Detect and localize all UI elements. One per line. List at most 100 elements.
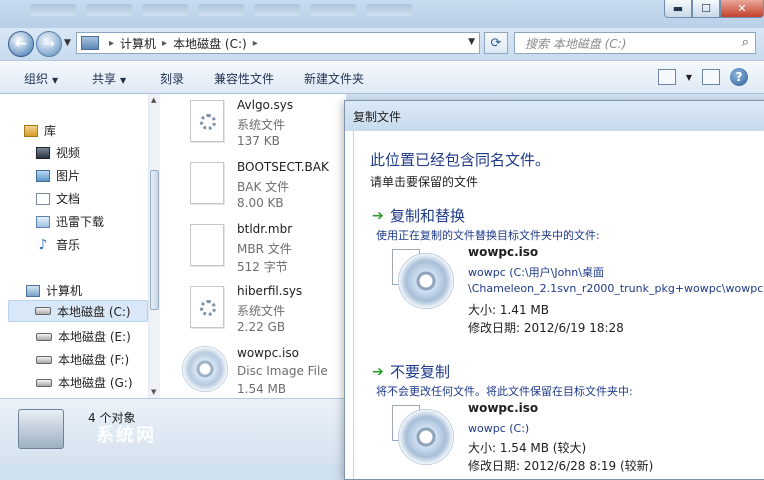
breadcrumb-chevron-icon[interactable]: ▸ bbox=[109, 38, 114, 49]
file-item[interactable]: hiberfil.sys 系统文件 2.22 GB bbox=[160, 280, 346, 342]
option-file-path: wowpc (C:\用户\John\桌面 \Chameleon_2.1svn_r… bbox=[468, 265, 763, 297]
option-file-date: 修改日期: 2012/6/19 18:28 bbox=[468, 321, 624, 335]
nav-item-videos[interactable]: 视频 bbox=[36, 144, 80, 161]
option-description: 将不会更改任何文件。将此文件保留在目标文件夹中: bbox=[376, 385, 633, 398]
change-view-icon[interactable] bbox=[657, 69, 676, 85]
file-type: Disc Image File bbox=[237, 364, 328, 378]
option-file-name: wowpc.iso bbox=[468, 245, 539, 259]
file-size: 2.22 GB bbox=[237, 320, 286, 334]
scroll-down-icon[interactable]: ▼ bbox=[151, 388, 156, 396]
copy-file-dialog: 复制文件 此位置已经包含同名文件。 请单击要保留的文件 ➔ 复制和替换 使用正在… bbox=[344, 100, 764, 480]
organize-button[interactable]: 组织 ▼ bbox=[24, 70, 58, 87]
nav-item-pictures[interactable]: 图片 bbox=[36, 167, 80, 184]
nav-item-documents[interactable]: 文档 bbox=[36, 190, 80, 207]
refresh-button[interactable]: ⟳ bbox=[484, 32, 508, 54]
document-icon bbox=[36, 192, 50, 205]
scroll-up-icon[interactable]: ▲ bbox=[151, 96, 156, 104]
dialog-heading: 此位置已经包含同名文件。 bbox=[370, 151, 551, 169]
explorer-title-bar: ▬ ☐ ✕ bbox=[0, 0, 764, 28]
preview-pane-icon[interactable] bbox=[702, 69, 720, 85]
breadcrumb-drive-c[interactable]: 本地磁盘 (C:) bbox=[173, 35, 247, 52]
nav-item-drive-c[interactable]: 本地磁盘 (C:) bbox=[8, 300, 148, 322]
file-type: MBR 文件 bbox=[237, 242, 292, 256]
background-window-thumbnails bbox=[30, 0, 450, 20]
option-title: 复制和替换 bbox=[390, 207, 466, 225]
option-file-path: wowpc (C:) bbox=[468, 422, 530, 435]
chevron-down-icon: ▼ bbox=[52, 76, 59, 85]
nav-item-computer[interactable]: 计算机 bbox=[26, 282, 82, 299]
breadcrumb-chevron-icon[interactable]: ▸ bbox=[253, 38, 258, 49]
maximize-button[interactable]: ☐ bbox=[692, 0, 720, 18]
minimize-button[interactable]: ▬ bbox=[664, 0, 692, 18]
scrollbar-thumb[interactable] bbox=[150, 170, 159, 310]
file-item[interactable]: Avlgo.sys 系统文件 137 KB bbox=[160, 94, 346, 156]
nav-item-library[interactable]: 库 bbox=[24, 122, 56, 139]
file-name: btldr.mbr bbox=[237, 222, 293, 236]
breadcrumb-computer[interactable]: 计算机 bbox=[120, 35, 156, 52]
search-placeholder: 搜索 本地磁盘 (C:) bbox=[525, 36, 627, 51]
nav-item-drive-f[interactable]: 本地磁盘 (F:) bbox=[36, 351, 129, 368]
disc-icon bbox=[398, 253, 454, 309]
file-item[interactable]: btldr.mbr MBR 文件 512 字节 bbox=[160, 218, 346, 280]
view-controls: ▼ ? bbox=[657, 68, 748, 86]
green-arrow-icon: ➔ bbox=[372, 364, 384, 380]
nav-label: 图片 bbox=[56, 169, 81, 183]
help-icon[interactable]: ? bbox=[730, 68, 748, 86]
nav-label: 库 bbox=[44, 124, 57, 138]
arrow-right-icon: → bbox=[43, 36, 55, 52]
address-bar[interactable]: ▸ 计算机 ▸ 本地磁盘 (C:) ▸ ▼ bbox=[76, 32, 480, 54]
breadcrumb-chevron-icon[interactable]: ▸ bbox=[162, 38, 167, 49]
forward-button[interactable]: → bbox=[36, 31, 62, 57]
nav-label: 本地磁盘 (G:) bbox=[58, 376, 133, 390]
command-toolbar: 组织 ▼ 共享 ▼ 刻录 兼容性文件 新建文件夹 ▼ ? bbox=[0, 60, 764, 94]
chevron-down-icon[interactable]: ▼ bbox=[686, 73, 692, 82]
file-name: Avlgo.sys bbox=[237, 98, 294, 112]
close-button[interactable]: ✕ bbox=[720, 0, 764, 18]
gear-icon bbox=[200, 300, 216, 316]
blank-file-icon bbox=[190, 162, 224, 204]
share-button[interactable]: 共享 ▼ bbox=[92, 70, 126, 87]
file-type: 系统文件 bbox=[237, 118, 286, 132]
nav-pane-scrollbar[interactable]: ▲ ▼ bbox=[148, 94, 160, 398]
nav-item-music[interactable]: ♪ 音乐 bbox=[36, 236, 80, 253]
file-item[interactable]: wowpc.iso Disc Image File 1.54 MB bbox=[160, 342, 346, 398]
new-folder-button[interactable]: 新建文件夹 bbox=[304, 70, 364, 87]
address-dropdown-icon[interactable]: ▼ bbox=[468, 37, 475, 47]
organize-label: 组织 bbox=[24, 72, 49, 86]
nav-item-drive-e[interactable]: 本地磁盘 (E:) bbox=[36, 328, 131, 345]
option-description: 使用正在复制的文件替换目标文件夹中的文件: bbox=[376, 229, 600, 242]
nav-item-thunder-downloads[interactable]: 迅雷下载 bbox=[36, 213, 104, 230]
nav-item-drive-g[interactable]: 本地磁盘 (G:) bbox=[36, 374, 133, 391]
file-type: 系统文件 bbox=[237, 304, 286, 318]
download-folder-icon bbox=[36, 215, 50, 228]
burn-button[interactable]: 刻录 bbox=[160, 70, 184, 87]
recent-pages-dropdown[interactable]: ▼ bbox=[64, 38, 71, 48]
pictures-icon bbox=[36, 169, 50, 182]
option-file-size: 大小: 1.54 MB (较大) bbox=[468, 441, 587, 455]
compat-files-button[interactable]: 兼容性文件 bbox=[214, 70, 274, 87]
file-size: 1.54 MB bbox=[237, 382, 287, 396]
search-icon[interactable]: ⌕ bbox=[742, 35, 749, 50]
dialog-subheading: 请单击要保留的文件 bbox=[370, 175, 479, 189]
back-button[interactable]: ← bbox=[8, 31, 34, 57]
music-note-icon: ♪ bbox=[38, 236, 48, 253]
gear-icon bbox=[200, 114, 216, 130]
share-label: 共享 bbox=[92, 72, 117, 86]
file-list: Avlgo.sys 系统文件 137 KB BOOTSECT.BAK BAK 文… bbox=[160, 94, 346, 398]
nav-label: 本地磁盘 (C:) bbox=[57, 304, 131, 319]
drive-icon bbox=[36, 378, 52, 387]
drive-large-icon bbox=[18, 409, 64, 449]
navigation-pane: 库 视频 图片 文档 迅雷下载 ♪ 音乐 计算机 本地磁盘 (C:) 本地磁盘 (… bbox=[0, 94, 160, 398]
computer-icon bbox=[26, 284, 40, 297]
option-file-size: 大小: 1.41 MB bbox=[468, 303, 549, 317]
status-bar: 4 个对象 系统网 bbox=[0, 398, 346, 464]
search-input[interactable]: 搜索 本地磁盘 (C:) ⌕ bbox=[514, 32, 756, 54]
nav-label: 迅雷下载 bbox=[56, 215, 105, 229]
file-item[interactable]: BOOTSECT.BAK BAK 文件 8.00 KB bbox=[160, 156, 346, 218]
file-name: BOOTSECT.BAK bbox=[237, 160, 329, 174]
option-file-name: wowpc.iso bbox=[468, 401, 539, 415]
nav-label: 本地磁盘 (E:) bbox=[58, 330, 131, 344]
drive-icon bbox=[35, 307, 51, 315]
dialog-body: 此位置已经包含同名文件。 请单击要保留的文件 ➔ 复制和替换 使用正在复制的文件… bbox=[353, 131, 764, 479]
nav-label: 视频 bbox=[56, 146, 81, 160]
